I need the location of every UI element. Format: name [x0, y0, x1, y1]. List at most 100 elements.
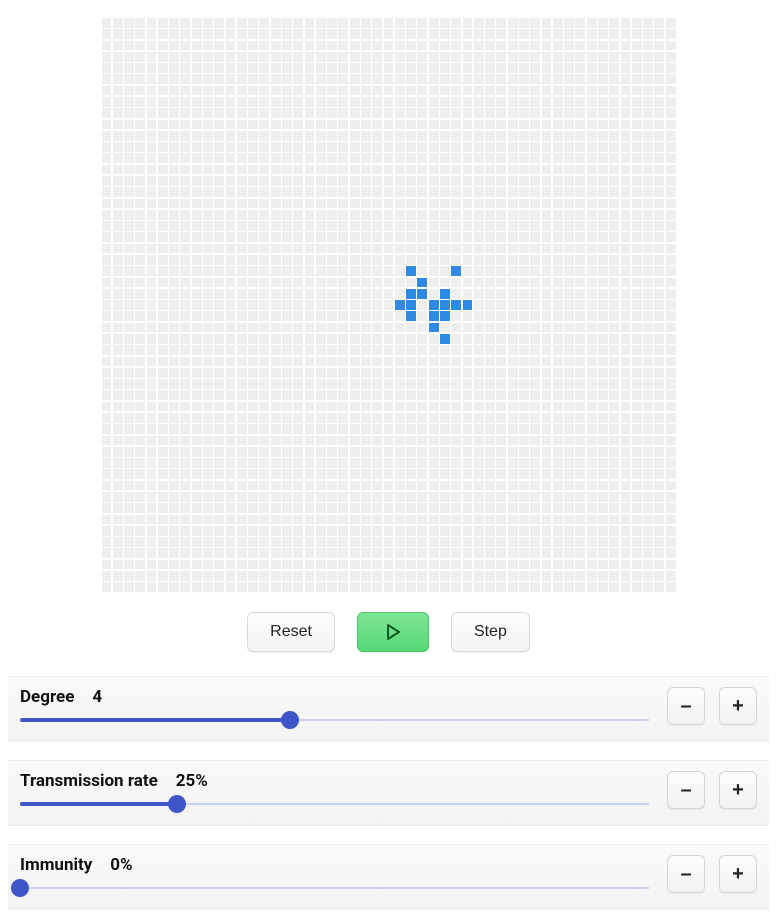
grid-cell[interactable] [361, 582, 371, 592]
grid-cell[interactable] [485, 357, 495, 367]
grid-cell[interactable] [248, 323, 258, 333]
grid-cell[interactable] [406, 515, 416, 525]
grid-cell[interactable] [158, 334, 168, 344]
grid-cell[interactable] [372, 74, 382, 84]
grid-cell[interactable] [305, 176, 315, 186]
grid-cell[interactable] [203, 447, 213, 457]
grid-cell[interactable] [632, 345, 642, 355]
grid-cell[interactable] [135, 560, 145, 570]
grid-cell[interactable] [282, 153, 292, 163]
grid-cell[interactable] [598, 221, 608, 231]
grid-cell[interactable] [474, 300, 484, 310]
grid-cell[interactable] [147, 345, 157, 355]
param-slider[interactable] [20, 797, 649, 811]
grid-cell[interactable] [259, 165, 269, 175]
grid-cell[interactable] [214, 97, 224, 107]
grid-cell[interactable] [180, 97, 190, 107]
grid-cell[interactable] [350, 266, 360, 276]
grid-cell[interactable] [226, 165, 236, 175]
grid-cell[interactable] [598, 244, 608, 254]
grid-cell[interactable] [316, 289, 326, 299]
grid-cell[interactable] [372, 492, 382, 502]
grid-cell[interactable] [553, 311, 563, 321]
grid-cell[interactable] [429, 176, 439, 186]
grid-cell[interactable] [327, 413, 337, 423]
grid-cell[interactable] [192, 515, 202, 525]
grid-cell[interactable] [564, 255, 574, 265]
grid-cell[interactable] [226, 278, 236, 288]
grid-cell[interactable] [293, 402, 303, 412]
grid-cell[interactable] [180, 481, 190, 491]
grid-cell[interactable] [327, 526, 337, 536]
grid-cell[interactable] [643, 266, 653, 276]
decrement-button[interactable]: – [667, 687, 705, 725]
grid-cell[interactable] [361, 424, 371, 434]
grid-cell[interactable] [372, 232, 382, 242]
grid-cell[interactable] [180, 345, 190, 355]
grid-cell[interactable] [463, 52, 473, 62]
grid-cell[interactable] [440, 131, 450, 141]
grid-cell[interactable] [643, 74, 653, 84]
grid-cell[interactable] [372, 402, 382, 412]
grid-cell[interactable] [519, 458, 529, 468]
grid-cell[interactable] [372, 515, 382, 525]
grid-cell[interactable] [654, 311, 664, 321]
grid-cell[interactable] [598, 176, 608, 186]
grid-cell[interactable] [372, 311, 382, 321]
grid-cell[interactable] [350, 74, 360, 84]
grid-cell[interactable] [542, 311, 552, 321]
grid-cell[interactable] [248, 560, 258, 570]
grid-cell[interactable] [451, 86, 461, 96]
grid-cell[interactable] [113, 289, 123, 299]
grid-cell[interactable] [429, 548, 439, 558]
grid-cell[interactable] [564, 300, 574, 310]
grid-cell[interactable] [440, 86, 450, 96]
grid-cell[interactable] [248, 86, 258, 96]
grid-cell[interactable] [102, 560, 112, 570]
grid-cell[interactable] [305, 244, 315, 254]
grid-cell[interactable] [542, 571, 552, 581]
grid-cell[interactable] [632, 458, 642, 468]
grid-cell[interactable] [316, 345, 326, 355]
grid-cell[interactable] [463, 120, 473, 130]
grid-cell[interactable] [654, 368, 664, 378]
grid-cell[interactable] [102, 232, 112, 242]
grid-cell[interactable] [496, 131, 506, 141]
grid-cell[interactable] [440, 469, 450, 479]
grid-cell[interactable] [474, 165, 484, 175]
grid-cell[interactable] [282, 503, 292, 513]
grid-cell[interactable] [395, 63, 405, 73]
grid-cell[interactable] [440, 142, 450, 152]
grid-cell[interactable] [508, 18, 518, 28]
grid-cell[interactable] [192, 379, 202, 389]
grid-cell[interactable] [406, 300, 416, 310]
grid-cell[interactable] [113, 492, 123, 502]
grid-cell[interactable] [271, 357, 281, 367]
grid-cell[interactable] [293, 526, 303, 536]
grid-cell[interactable] [271, 120, 281, 130]
grid-cell[interactable] [530, 29, 540, 39]
grid-cell[interactable] [293, 29, 303, 39]
grid-cell[interactable] [406, 255, 416, 265]
grid-cell[interactable] [384, 289, 394, 299]
grid-cell[interactable] [632, 515, 642, 525]
grid-cell[interactable] [214, 548, 224, 558]
grid-cell[interactable] [463, 379, 473, 389]
grid-cell[interactable] [226, 548, 236, 558]
grid-cell[interactable] [248, 221, 258, 231]
grid-cell[interactable] [338, 255, 348, 265]
grid-cell[interactable] [451, 289, 461, 299]
grid-cell[interactable] [305, 86, 315, 96]
grid-cell[interactable] [519, 368, 529, 378]
grid-cell[interactable] [113, 323, 123, 333]
grid-cell[interactable] [169, 560, 179, 570]
grid-cell[interactable] [609, 74, 619, 84]
grid-cell[interactable] [271, 560, 281, 570]
grid-cell[interactable] [564, 153, 574, 163]
grid-cell[interactable] [226, 424, 236, 434]
grid-cell[interactable] [372, 221, 382, 231]
grid-cell[interactable] [598, 29, 608, 39]
grid-cell[interactable] [180, 436, 190, 446]
grid-cell[interactable] [158, 176, 168, 186]
grid-cell[interactable] [519, 503, 529, 513]
